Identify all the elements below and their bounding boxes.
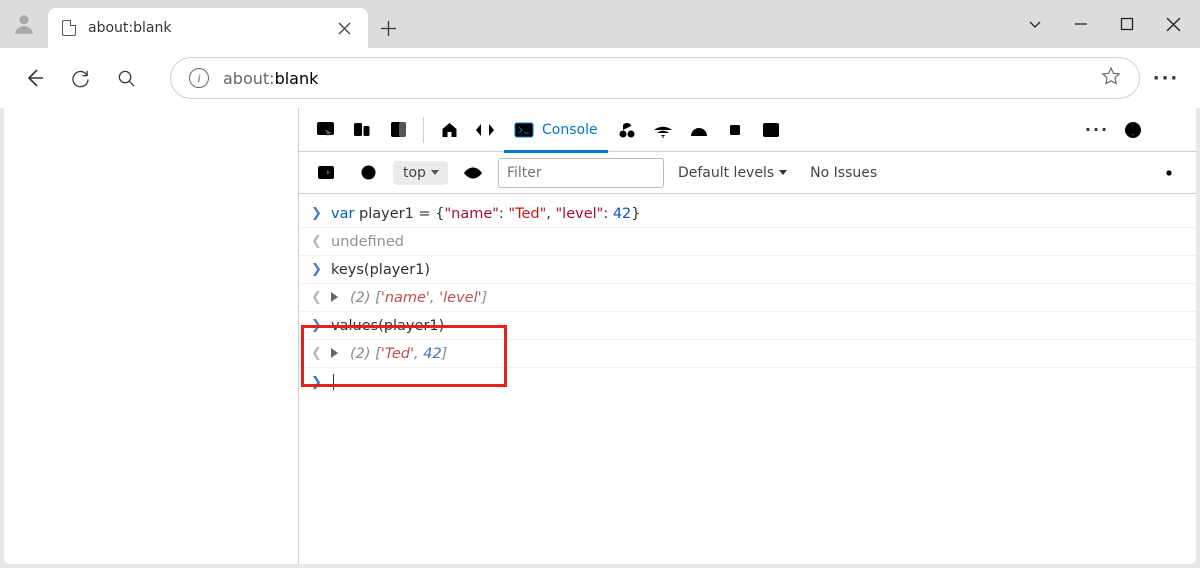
- devtools-more-button[interactable]: ···: [1080, 113, 1114, 147]
- sources-tab-icon[interactable]: [610, 113, 644, 147]
- text-cursor: [333, 374, 334, 390]
- memory-tab-icon[interactable]: [718, 113, 752, 147]
- output-marker-icon: ❮: [311, 234, 323, 249]
- console-toolbar: top Default levels No Issues: [299, 152, 1196, 194]
- maximize-button[interactable]: [1104, 4, 1150, 44]
- new-tab-button[interactable]: [368, 8, 408, 48]
- reload-button[interactable]: [60, 58, 100, 98]
- inspect-icon[interactable]: [309, 113, 343, 147]
- help-icon[interactable]: [1116, 113, 1150, 147]
- tab-title: about:blank: [88, 20, 330, 36]
- console-output-line[interactable]: ❮ (2) ['Ted', 42]: [299, 340, 1196, 368]
- toggle-sidebar-icon[interactable]: [309, 156, 343, 190]
- search-button[interactable]: [106, 58, 146, 98]
- output-marker-icon: ❮: [311, 290, 323, 305]
- close-devtools-button[interactable]: [1152, 113, 1186, 147]
- page-favicon-icon: [62, 20, 76, 36]
- input-marker-icon: ❯: [311, 262, 323, 277]
- dock-side-icon[interactable]: [381, 113, 415, 147]
- expand-triangle-icon[interactable]: [331, 346, 342, 362]
- input-marker-icon: ❯: [311, 318, 323, 333]
- page-viewport: [4, 108, 298, 564]
- console-tab[interactable]: Console: [504, 108, 608, 152]
- levels-label: Default levels: [678, 165, 774, 181]
- console-settings-icon[interactable]: [1152, 156, 1186, 190]
- issues-label: No Issues: [810, 165, 877, 181]
- favorite-icon[interactable]: [1101, 66, 1121, 90]
- filter-input[interactable]: [498, 158, 664, 188]
- app-menu-button[interactable]: ···: [1146, 58, 1186, 98]
- nav-toolbar: i about:blank ···: [0, 48, 1200, 108]
- chevron-down-icon[interactable]: [1012, 4, 1058, 44]
- close-tab-button[interactable]: [330, 14, 358, 42]
- output-marker-icon: ❮: [311, 346, 323, 361]
- browser-tab[interactable]: about:blank: [48, 8, 368, 48]
- console-input-line: ❯ var player1 = {"name": "Ted", "level":…: [299, 200, 1196, 228]
- application-tab-icon[interactable]: [754, 113, 788, 147]
- back-button[interactable]: [14, 58, 54, 98]
- clear-console-icon[interactable]: [351, 156, 385, 190]
- performance-tab-icon[interactable]: [682, 113, 716, 147]
- expand-triangle-icon[interactable]: [331, 290, 342, 306]
- console-tab-label: Console: [542, 122, 598, 138]
- console-output-line[interactable]: ❮ (2) ['name', 'level']: [299, 284, 1196, 312]
- console-output[interactable]: ❯ var player1 = {"name": "Ted", "level":…: [299, 194, 1196, 564]
- log-levels-selector[interactable]: Default levels: [678, 165, 788, 181]
- context-label: top: [403, 165, 426, 181]
- input-marker-icon: ❯: [311, 206, 323, 221]
- elements-tab-icon[interactable]: [468, 113, 502, 147]
- url-text: about:blank: [223, 69, 318, 88]
- network-tab-icon[interactable]: [646, 113, 680, 147]
- titlebar: about:blank: [0, 0, 1200, 48]
- devtools-panel: Console ··· top Defa: [298, 108, 1196, 564]
- console-output-line: ❮ undefined: [299, 228, 1196, 256]
- more-tabs-button[interactable]: [790, 113, 824, 147]
- close-window-button[interactable]: [1150, 4, 1196, 44]
- devtools-tabstrip: Console ···: [299, 108, 1196, 152]
- console-prompt[interactable]: ❯: [299, 368, 1196, 396]
- console-input-line: ❯ values(player1): [299, 312, 1196, 340]
- site-info-icon[interactable]: i: [189, 68, 209, 88]
- address-bar[interactable]: i about:blank: [170, 57, 1140, 99]
- welcome-tab-icon[interactable]: [432, 113, 466, 147]
- live-expression-icon[interactable]: [456, 156, 490, 190]
- minimize-button[interactable]: [1058, 4, 1104, 44]
- profile-avatar[interactable]: [0, 0, 48, 48]
- execution-context-selector[interactable]: top: [393, 161, 448, 185]
- device-toggle-icon[interactable]: [345, 113, 379, 147]
- window-controls: [1012, 0, 1196, 48]
- console-input-line: ❯ keys(player1): [299, 256, 1196, 284]
